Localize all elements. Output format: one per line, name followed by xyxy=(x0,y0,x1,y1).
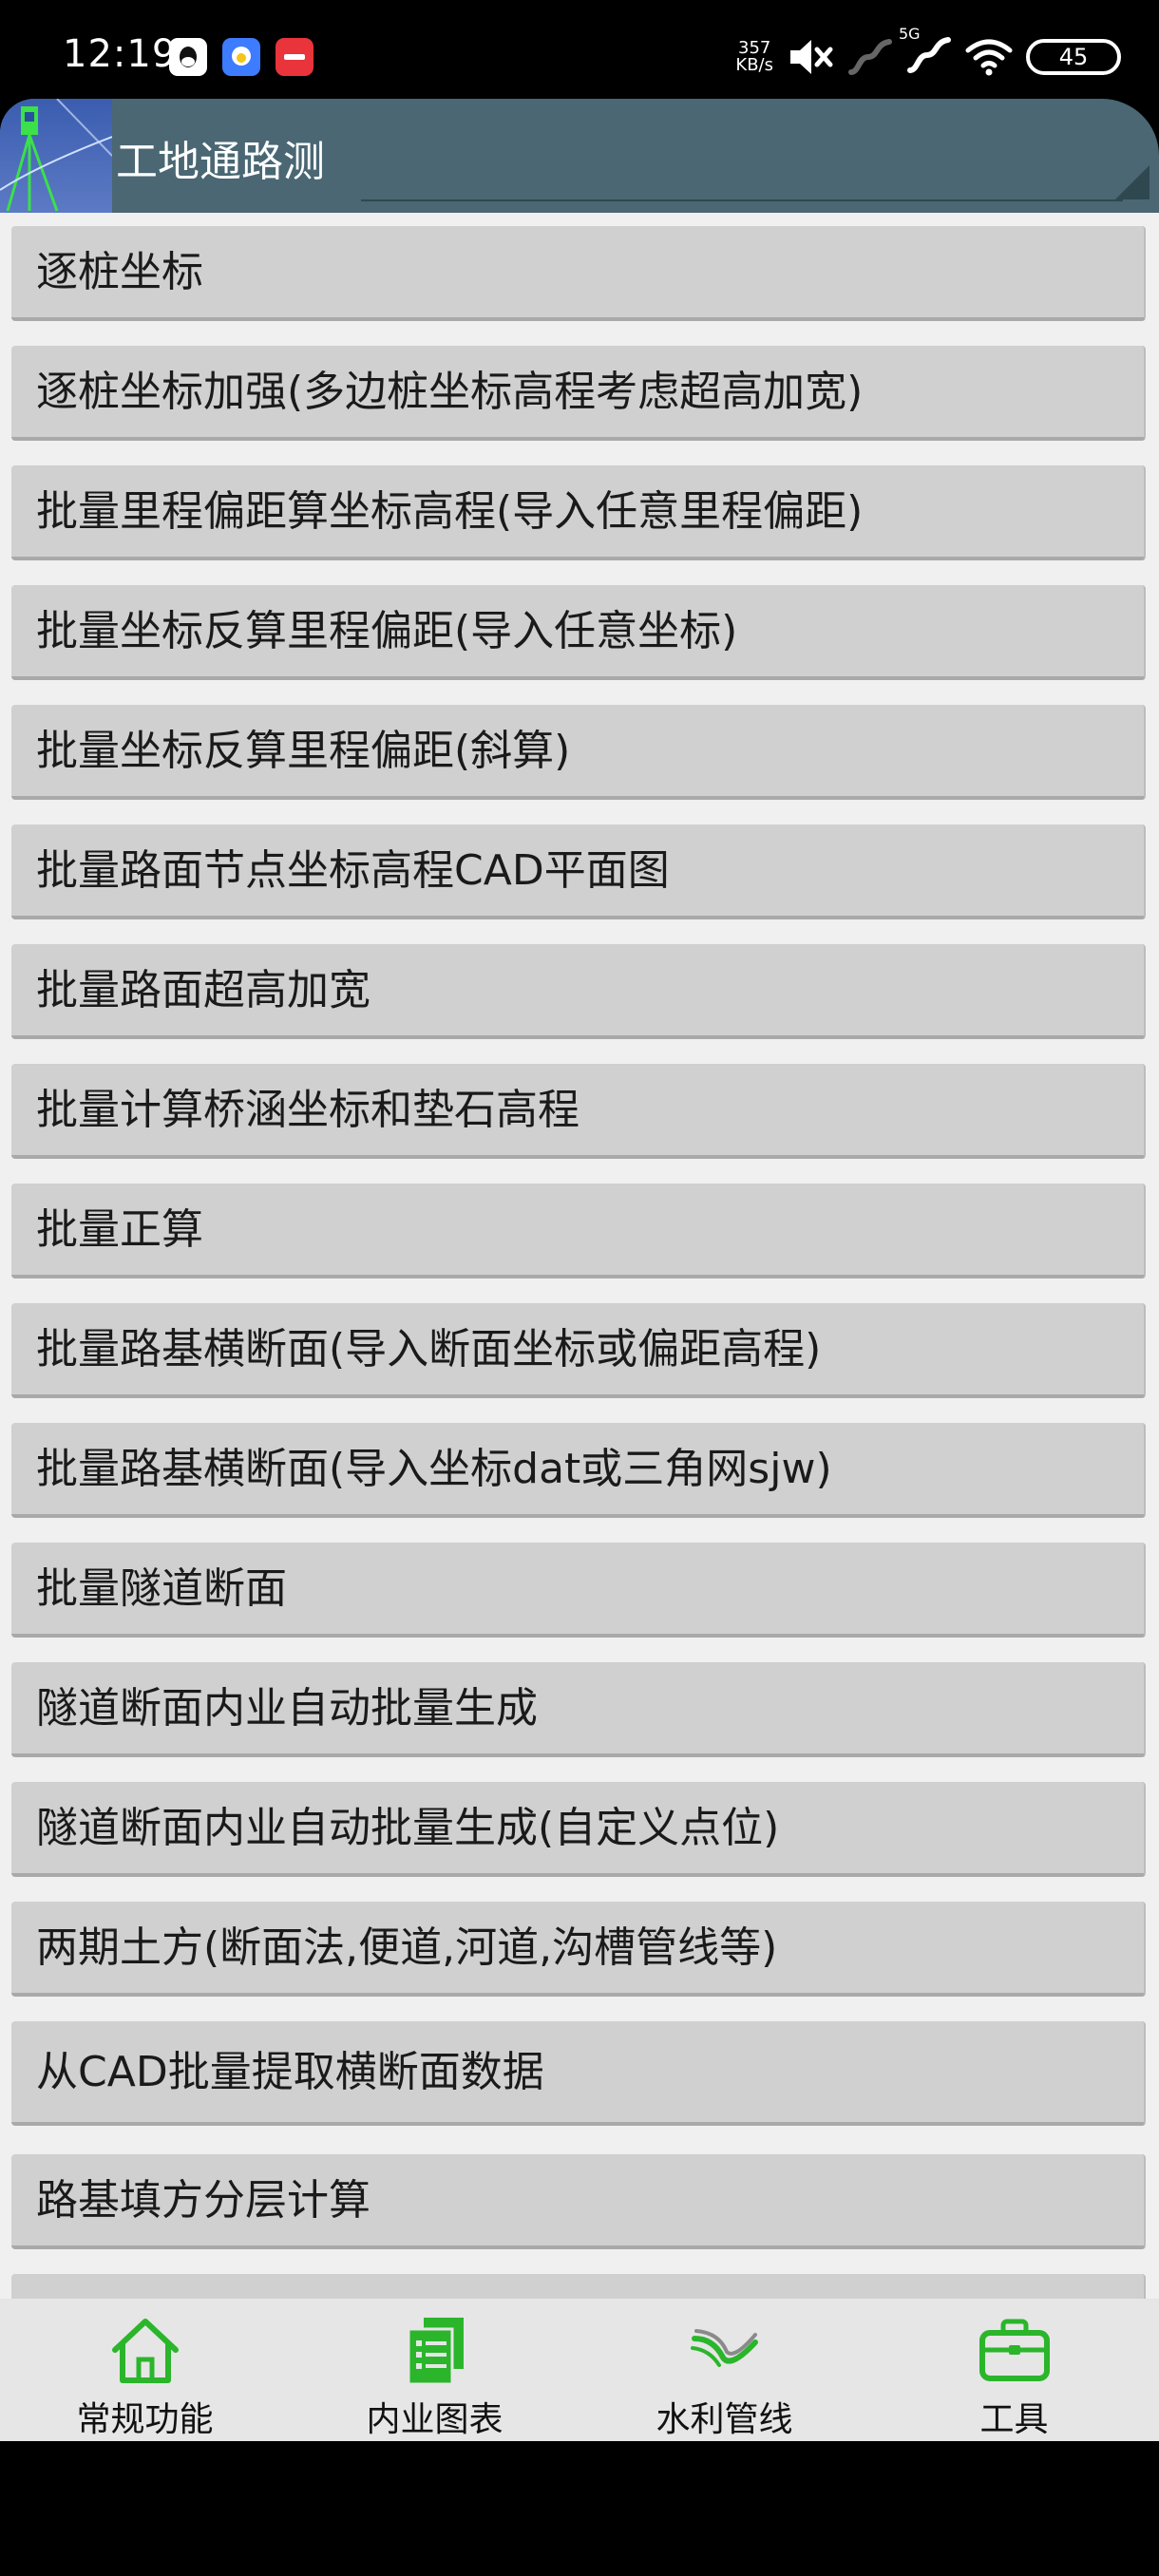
news-app-icon xyxy=(276,38,314,76)
nav-label-general: 常规功能 xyxy=(76,2400,214,2439)
app-title-bar: 工地通路测 xyxy=(0,99,1159,213)
page-title: 工地通路测 xyxy=(116,138,325,186)
network-type: 5G xyxy=(899,25,921,43)
nav-label-water-pipeline: 水利管线 xyxy=(656,2400,793,2439)
menu-button-batch-inverse-import[interactable]: 批量坐标反算里程偏距(导入任意坐标) xyxy=(11,585,1146,680)
menu-button-batch-inverse-oblique[interactable]: 批量坐标反算里程偏距(斜算) xyxy=(11,705,1146,800)
nav-tab-water-pipeline[interactable]: 水利管线 xyxy=(580,2299,869,2441)
network-speed: 357 KB/s xyxy=(735,40,773,74)
menu-button-two-phase-earthwork[interactable]: 两期土方(断面法,便道,河道,沟槽管线等) xyxy=(11,1902,1146,1997)
nav-label-office-charts: 内业图表 xyxy=(366,2400,504,2439)
signal-5g: 5G xyxy=(899,25,952,80)
menu-button-cad-extract-sections[interactable]: 从CAD批量提取横断面数据 xyxy=(11,2021,1146,2126)
menu-button-partial[interactable] xyxy=(11,2274,1146,2299)
battery-level: 45 xyxy=(1058,44,1089,70)
system-gesture-area xyxy=(0,2441,1159,2576)
menu-button-stake-coords[interactable]: 逐桩坐标 xyxy=(11,226,1146,321)
menu-button-stake-coords-enhanced[interactable]: 逐桩坐标加强(多边桩坐标高程考虑超高加宽) xyxy=(11,346,1146,441)
menu-button-batch-offset-to-coords[interactable]: 批量里程偏距算坐标高程(导入任意里程偏距) xyxy=(11,465,1146,560)
network-speed-unit: KB/s xyxy=(735,55,773,75)
menu-button-batch-forward[interactable]: 批量正算 xyxy=(11,1184,1146,1279)
menu-button-batch-road-nodes-cad[interactable]: 批量路面节点坐标高程CAD平面图 xyxy=(11,824,1146,919)
menu-button-batch-cross-section-offset[interactable]: 批量路基横断面(导入断面坐标或偏距高程) xyxy=(11,1303,1146,1398)
wifi-icon xyxy=(965,39,1013,76)
status-icons: 357 KB/s 5G 45 xyxy=(735,25,1121,85)
nav-tab-tools[interactable]: 工具 xyxy=(869,2299,1159,2441)
nav-tab-office-charts[interactable]: 内业图表 xyxy=(290,2299,580,2441)
menu-button-batch-superelevation[interactable]: 批量路面超高加宽 xyxy=(11,944,1146,1039)
documents-icon xyxy=(407,2318,464,2386)
surveying-app-icon xyxy=(0,99,113,213)
menu-button-embankment-layering[interactable]: 路基填方分层计算 xyxy=(11,2154,1146,2249)
status-bar: 12:19 357 KB/s 5G 45 xyxy=(0,0,1159,103)
mute-icon xyxy=(790,40,833,74)
menu-button-tunnel-auto-generate[interactable]: 隧道断面内业自动批量生成 xyxy=(11,1662,1146,1757)
signal-icon-dim xyxy=(848,39,892,75)
nav-tab-general[interactable]: 常规功能 xyxy=(0,2299,290,2441)
messenger-app-icon xyxy=(222,38,260,76)
battery-indicator: 45 xyxy=(1026,39,1121,75)
menu-button-tunnel-auto-custom[interactable]: 隧道断面内业自动批量生成(自定义点位) xyxy=(11,1782,1146,1877)
bottom-navigation: 常规功能 内业图表 水利管线 工具 xyxy=(0,2299,1159,2441)
qq-app-icon xyxy=(169,38,207,76)
toolbox-icon xyxy=(978,2319,1050,2381)
menu-button-batch-tunnel-section[interactable]: 批量隧道断面 xyxy=(11,1543,1146,1638)
status-time: 12:19 xyxy=(63,32,178,76)
menu-button-batch-cross-section-dat[interactable]: 批量路基横断面(导入坐标dat或三角网sjw) xyxy=(11,1423,1146,1518)
function-list[interactable]: 逐桩坐标 逐桩坐标加强(多边桩坐标高程考虑超高加宽) 批量里程偏距算坐标高程(导… xyxy=(0,213,1159,2299)
overflow-corner-icon xyxy=(1115,165,1150,199)
pipeline-icon xyxy=(690,2329,758,2367)
home-icon xyxy=(111,2319,179,2383)
nav-label-tools: 工具 xyxy=(979,2400,1049,2439)
menu-button-batch-bridge-culvert[interactable]: 批量计算桥涵坐标和垫石高程 xyxy=(11,1064,1146,1159)
title-divider xyxy=(361,199,1123,201)
